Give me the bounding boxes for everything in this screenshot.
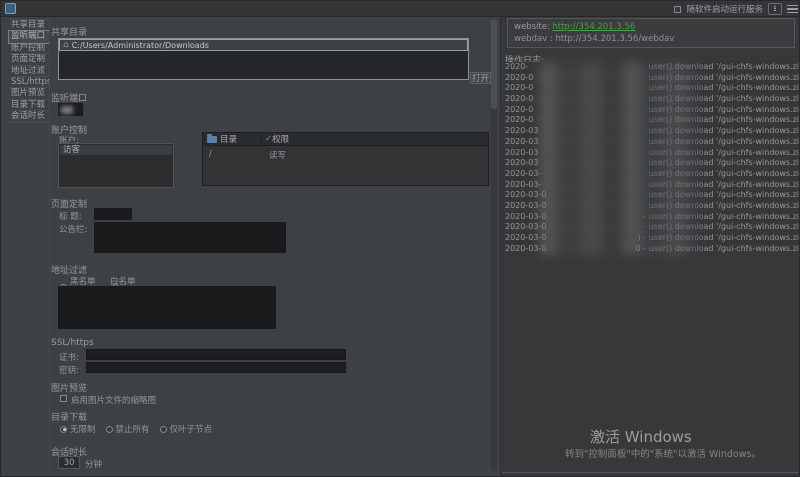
cert-label: 证书: [59, 351, 79, 363]
perm-row-perm[interactable]: 读写 [269, 149, 286, 161]
dir-download-radio-0[interactable] [60, 426, 67, 433]
dir-download-radio-1[interactable] [106, 426, 113, 433]
section-page-label: 页面定制 [51, 197, 87, 210]
session-minutes-input[interactable]: 30 [58, 456, 80, 469]
port-input[interactable] [58, 103, 83, 116]
website-link[interactable]: http://354.201.3.56 [553, 22, 636, 32]
dir-download-options: 无限制 禁止所有 仅叶子节点 [60, 423, 212, 435]
col-dir-label: 目录 [220, 133, 237, 145]
open-button[interactable]: 打开 [470, 72, 491, 84]
folder-icon [207, 136, 217, 143]
title-bar: 随软件启动运行服务 ⭳ [1, 1, 800, 17]
log-censor-blur [539, 62, 701, 255]
sidebar-item-6[interactable]: 图片预览 [9, 88, 49, 99]
cert-input[interactable] [86, 349, 346, 360]
autostart-checkbox[interactable] [674, 6, 681, 13]
sidebar-divider [49, 19, 50, 471]
share-dir-listbox[interactable]: ⌂ C:/Users/Administrator/Downloads [58, 38, 469, 80]
sidebar-nav: 共享目录监听端口账户控制页面定制地址过滤SSL/https图片预览目录下载会话时… [9, 19, 49, 123]
app-icon [5, 3, 16, 14]
key-label: 密钥: [59, 364, 79, 376]
activate-windows-title: 激活 Windows [590, 426, 692, 447]
sidebar-item-1[interactable]: 监听端口 [9, 31, 49, 42]
dir-download-radio-2[interactable] [160, 426, 167, 433]
section-dir-download-label: 目录下载 [51, 410, 87, 423]
dir-download-option-label-1[interactable]: 禁止所有 [116, 423, 150, 435]
col-perm-label: 权限 [272, 133, 289, 145]
thumbnail-label[interactable]: 启用图片文件的缩略图 [71, 394, 156, 406]
section-preview-label: 图片预览 [51, 381, 87, 394]
account-listbox[interactable]: 访客 [58, 143, 174, 188]
webdav-label: webdav : [514, 34, 553, 44]
page-title-label: 标 题: [59, 210, 82, 222]
check-icon: ✓ [265, 134, 272, 144]
filter-textarea[interactable] [58, 286, 276, 329]
key-input[interactable] [86, 362, 346, 373]
address-info-box: website: http://354.201.3.56 webdav : ht… [507, 18, 795, 48]
left-panel-scrollbar-thumb[interactable] [491, 19, 497, 109]
sidebar-item-3[interactable]: 页面定制 [9, 54, 49, 65]
page-title-input[interactable] [94, 208, 132, 220]
account-item-guest[interactable]: 访客 [60, 145, 172, 155]
dir-download-option-label-2[interactable]: 仅叶子节点 [170, 423, 213, 435]
sidebar-item-4[interactable]: 地址过滤 [9, 66, 49, 77]
sidebar-item-7[interactable]: 目录下载 [9, 100, 49, 111]
page-notice-label: 公告栏: [59, 223, 87, 235]
thumbnail-checkbox[interactable] [60, 395, 67, 402]
webdav-url: http://354.201.3.56/webdav [555, 34, 674, 44]
session-unit-label: 分钟 [85, 458, 102, 470]
home-icon: ⌂ [63, 41, 69, 50]
sidebar-item-0[interactable]: 共享目录 [9, 20, 49, 31]
download-icon[interactable]: ⭳ [768, 3, 782, 15]
right-panel: website: http://354.201.3.56 webdav : ht… [500, 17, 800, 477]
sidebar-item-5[interactable]: SSL/https [9, 77, 49, 88]
website-label: website: [514, 22, 550, 32]
dir-download-option-label-0[interactable]: 无限制 [70, 423, 96, 435]
app-window: 随软件启动运行服务 ⭳ 共享目录监听端口账户控制页面定制地址过滤SSL/http… [0, 0, 800, 477]
sidebar-item-2[interactable]: 账户控制 [9, 43, 49, 54]
section-share-dir-label: 共享目录 [51, 25, 87, 38]
autostart-label: 随软件启动运行服务 [686, 3, 763, 15]
section-ssl-label: SSL/https [51, 338, 94, 348]
sidebar-item-8[interactable]: 会话时长 [9, 111, 49, 122]
permissions-table[interactable]: 目录 ✓ 权限 / 读写 [202, 132, 489, 186]
activate-windows-subtitle: 转到"控制面板"中的"系统"以激活 Windows。 [565, 446, 761, 460]
share-dir-row[interactable]: ⌂ C:/Users/Administrator/Downloads [60, 40, 467, 50]
perm-row-dir[interactable]: / [209, 149, 212, 159]
share-dir-path: C:/Users/Administrator/Downloads [72, 41, 209, 50]
page-notice-textarea[interactable] [94, 222, 286, 253]
permissions-table-header[interactable]: 目录 ✓ 权限 [203, 133, 488, 146]
bottom-edge-line [502, 472, 798, 473]
menu-icon[interactable] [787, 5, 798, 14]
